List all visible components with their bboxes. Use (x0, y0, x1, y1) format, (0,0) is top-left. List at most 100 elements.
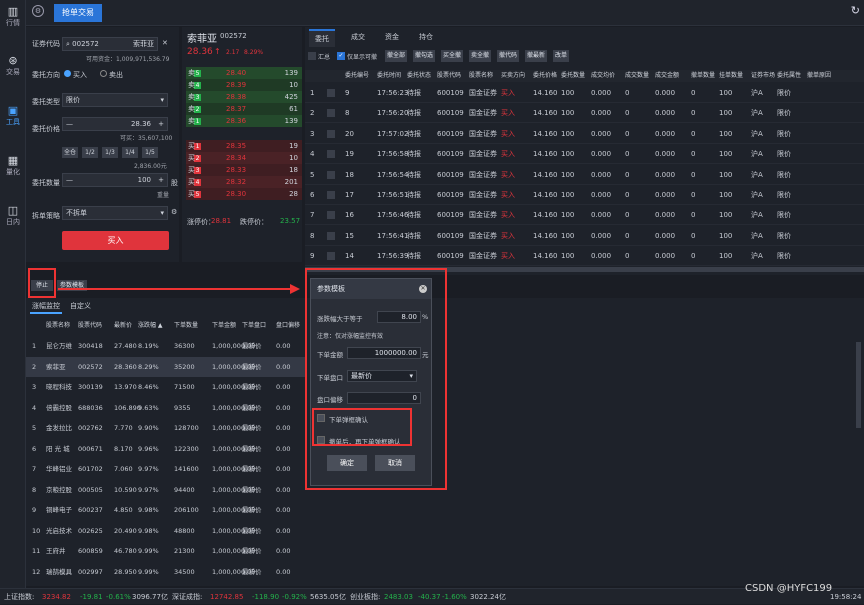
tab-fills[interactable]: 成交 (345, 29, 371, 45)
qty-stepper[interactable]: — 100 + (62, 173, 168, 187)
cond-input[interactable]: 8.00 (377, 311, 421, 323)
orders-column-header[interactable]: 成交均价 (591, 70, 615, 82)
vertical-scrollbar[interactable] (856, 342, 861, 428)
table-row[interactable]: 1 9 17:56:23 待报 600109 国金证券 买入 14.160 100 0.000 0 0… (305, 83, 864, 103)
tab-custom[interactable]: 自定义 (68, 300, 93, 312)
orders-column-header[interactable]: 委托状态 (407, 70, 431, 82)
sidebar-item-quant[interactable]: ▦ 量化 (0, 155, 26, 177)
table-row[interactable]: 7 16 17:56:46 待报 600109 国金证券 买入 14.160 100 0.000 0… (305, 205, 864, 226)
monitor-column-header[interactable]: 股票名称 (46, 320, 70, 329)
orders-column-header[interactable]: 证券市场 (751, 70, 775, 82)
confirm-order-checkbox[interactable] (317, 414, 325, 422)
monitor-column-header[interactable]: 盘口偏移 (276, 320, 300, 329)
row-checkbox[interactable] (327, 150, 335, 159)
table-row[interactable]: 2 8 17:56:20 待报 600109 国金证券 买入 14.160 100 0.000 0 0… (305, 103, 864, 124)
split-strategy-select[interactable]: 不拆单 ▾ (62, 206, 168, 220)
row-checkbox[interactable] (327, 211, 335, 220)
orders-column-header[interactable]: 委托价格 (533, 70, 557, 82)
monitor-column-header[interactable]: 下单数量 (174, 320, 198, 329)
row-checkbox[interactable] (327, 170, 335, 179)
qty-btn-quarter[interactable]: 1/4 (122, 147, 138, 158)
table-row[interactable]: 9 铜峰电子 600237 4.850 9.98% 206100 1,000,000.00 最… (26, 500, 306, 520)
order-type-select[interactable]: 限价 ▾ (62, 93, 168, 107)
orders-column-header[interactable]: 委托时间 (377, 70, 401, 82)
monitor-column-header[interactable]: 下单金额 (212, 320, 236, 329)
plus-icon[interactable]: + (158, 118, 164, 130)
orders-column-header[interactable]: 成交金额 (655, 70, 679, 82)
quote-ask-row[interactable]: 卖 2 28.37 61 (186, 103, 302, 115)
only-cancellable-checkbox[interactable]: ✓ (337, 52, 345, 60)
orders-column-header[interactable]: 买卖方向 (501, 70, 525, 82)
cancel-by-code-button[interactable]: 撤代码 (497, 50, 520, 62)
table-row[interactable]: 3 20 17:57:02 待报 600109 国金证券 买入 14.160 100 0.000 0… (305, 124, 864, 144)
refresh-icon[interactable]: ↻ (851, 4, 860, 17)
tab-positions[interactable]: 持仓 (413, 29, 439, 45)
orders-column-header[interactable]: 委托编号 (345, 70, 369, 82)
monitor-column-header[interactable]: 股票代码 (78, 320, 102, 329)
orders-column-header[interactable]: 挂单数量 (719, 70, 743, 82)
orders-column-header[interactable]: 成交数量 (625, 70, 649, 82)
orders-column-header[interactable]: 股票名称 (469, 70, 493, 82)
monitor-column-header[interactable]: 下单盘口 (242, 320, 266, 329)
orders-column-header[interactable]: 撤单数量 (691, 70, 715, 82)
table-row[interactable]: 2 索菲亚 002572 28.360 8.29% 35200 1,000,000.00 最新… (26, 356, 306, 377)
confirm-after-cancel-checkbox[interactable] (317, 436, 325, 444)
buy-radio[interactable] (64, 70, 71, 77)
table-row[interactable]: 4 倍霸控股 688036 106.890 9.63% 9355 1,000,000.00 最… (26, 398, 306, 418)
row-checkbox[interactable] (327, 252, 335, 261)
cancel-latest-button[interactable]: 撤最新 (525, 50, 548, 62)
cancel-all-buy-button[interactable]: 买全撤 (441, 50, 464, 62)
sell-radio[interactable] (100, 70, 107, 77)
qty-btn-half[interactable]: 1/2 (82, 147, 98, 158)
minus-icon[interactable]: — (66, 176, 73, 184)
table-row[interactable]: 1 昆仑万维 300418 27.480 8.19% 36300 1,000,000.00 最… (26, 336, 306, 356)
row-checkbox[interactable] (327, 129, 335, 138)
table-row[interactable]: 5 金发拉比 002762 7.770 9.90% 128700 1,000,000.00 最… (26, 418, 306, 438)
cancel-button[interactable]: 取消 (375, 455, 415, 471)
cancel-all-sell-button[interactable]: 卖全撤 (469, 50, 492, 62)
close-icon[interactable]: ✕ (162, 39, 168, 47)
table-row[interactable]: 8 15 17:56:41 待报 600109 国金证券 买入 14.160 100 0.000 0… (305, 226, 864, 246)
quote-bid-row[interactable]: 买 1 28.35 19 (186, 140, 302, 152)
row-checkbox[interactable] (327, 89, 335, 97)
table-row[interactable]: 7 华峰铝业 601702 7.060 9.97% 141600 1,000,000.00 最… (26, 459, 306, 479)
monitor-column-header[interactable]: 涨跌幅 ▲ (138, 320, 163, 329)
code-input[interactable]: ⌕ 002572 索菲亚 (62, 37, 158, 51)
summary-checkbox[interactable] (308, 52, 316, 60)
plus-icon[interactable]: + (158, 174, 164, 186)
table-row[interactable]: 6 17 17:56:51 待报 600109 国金证券 买入 14.160 100 0.000 0… (305, 185, 864, 205)
table-row[interactable]: 11 王府井 600859 46.780 9.99% 21300 1,000,000.00 最… (26, 541, 306, 561)
table-row[interactable]: 5 18 17:56:54 待报 600109 国金证券 买入 14.160 100 0.000 0… (305, 165, 864, 185)
quote-bid-row[interactable]: 买 2 28.34 10 (186, 152, 302, 164)
row-checkbox[interactable] (327, 109, 335, 118)
orders-column-header[interactable]: 委托属性 (777, 70, 801, 82)
settings-icon[interactable]: ⚙ (32, 5, 44, 17)
table-row[interactable]: 12 瑞鹄模具 002997 28.950 9.99% 34500 1,000,000.00… (26, 562, 306, 582)
sidebar-item-market[interactable]: ▥ 行情 (0, 6, 26, 28)
minus-icon[interactable]: — (66, 120, 73, 128)
sidebar-item-intraday[interactable]: ◫ 日内 (0, 205, 26, 227)
table-row[interactable]: 9 14 17:56:39 待报 600109 国金证券 买入 14.160 100 0.000 0… (305, 246, 864, 267)
quote-bid-row[interactable]: 买 4 28.32 201 (186, 176, 302, 188)
modify-order-button[interactable]: 改单 (553, 50, 570, 62)
close-icon[interactable]: ✕ (419, 285, 427, 293)
quote-ask-row[interactable]: 卖 5 28.40 139 (186, 67, 302, 79)
buy-button[interactable]: 买入 (62, 231, 169, 250)
cancel-all-button[interactable]: 撤全部 (385, 50, 408, 62)
level-select[interactable]: 最新价 ▾ (347, 370, 417, 382)
cancel-selected-button[interactable]: 撤勾选 (413, 50, 436, 62)
tab-orders[interactable]: 委托 (309, 29, 335, 47)
table-row[interactable]: 8 京粮控股 000505 10.590 9.97% 94400 1,000,000.00 最… (26, 480, 306, 500)
sidebar-item-trade[interactable]: ⊛ 交易 (0, 55, 26, 77)
stop-button[interactable]: 停止 (31, 280, 53, 291)
offset-input[interactable]: 0 (347, 392, 421, 404)
tab-gain-monitor[interactable]: 涨幅监控 (30, 300, 62, 314)
row-checkbox[interactable] (327, 231, 335, 240)
table-row[interactable]: 4 19 17:56:58 待报 600109 国金证券 买入 14.160 100 0.000 0… (305, 144, 864, 165)
quote-bid-row[interactable]: 买 5 28.30 28 (186, 188, 302, 200)
price-stepper[interactable]: — 28.36 + (62, 117, 168, 131)
sidebar-item-tools[interactable]: ▣ 工具 (0, 105, 26, 127)
table-row[interactable]: 3 晓程科技 300139 13.970 8.46% 71500 1,000,000.00 最… (26, 377, 306, 397)
orders-column-header[interactable]: 撤单原因 (807, 70, 831, 82)
orders-column-header[interactable]: 委托数量 (561, 70, 585, 82)
